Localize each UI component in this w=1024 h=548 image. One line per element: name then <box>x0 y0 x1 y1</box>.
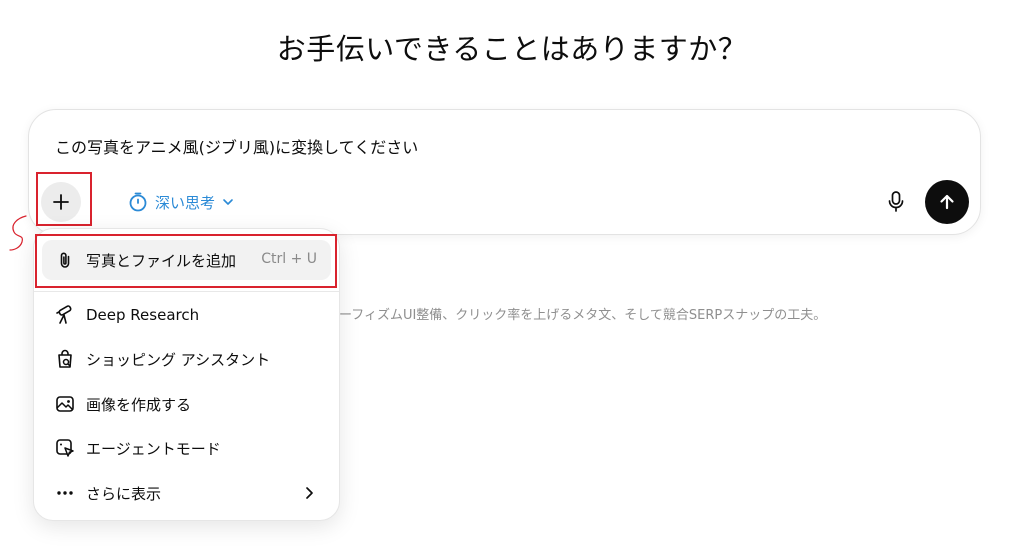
agent-cursor-icon <box>54 437 76 459</box>
menu-item-show-more[interactable]: さらに表示 <box>42 473 331 513</box>
menu-item-label: ショッピング アシスタント <box>86 350 271 369</box>
menu-item-shopping-assistant[interactable]: ショッピング アシスタント <box>42 339 331 379</box>
send-button[interactable] <box>925 180 969 224</box>
chevron-down-icon <box>223 199 233 205</box>
background-text: スモーフィズムUI整備、クリック率を上げるメタ文、そして競合SERPスナップの工… <box>313 308 827 323</box>
deep-thinking-toggle[interactable]: 深い思考 <box>127 189 235 215</box>
chat-composer: この写真をアニメ風(ジブリ風)に変換してください 深い思考 <box>28 109 981 235</box>
menu-item-agent-mode[interactable]: エージェントモード <box>42 428 331 468</box>
menu-item-deep-research[interactable]: Deep Research <box>42 295 331 335</box>
annotation-highlight-menu-item <box>35 234 337 288</box>
menu-divider <box>34 291 339 292</box>
mode-label: 深い思考 <box>155 193 216 212</box>
prompt-input[interactable]: この写真をアニメ風(ジブリ風)に変換してください <box>55 134 418 158</box>
menu-item-create-image[interactable]: 画像を作成する <box>42 384 331 424</box>
annotation-scribble <box>9 215 27 251</box>
shopping-bag-search-icon <box>54 348 76 370</box>
stopwatch-icon <box>129 192 147 212</box>
menu-item-label: さらに表示 <box>86 484 162 503</box>
page-heading: お手伝いできることはありますか？ <box>276 32 748 66</box>
menu-item-label: Deep Research <box>86 306 200 324</box>
image-create-icon <box>54 393 76 415</box>
annotation-highlight-plus <box>36 172 92 226</box>
chevron-right-icon <box>306 487 313 499</box>
menu-item-label: 画像を作成する <box>86 395 192 414</box>
voice-input-button[interactable] <box>884 189 908 215</box>
telescope-icon <box>54 304 76 326</box>
arrow-up-icon <box>940 194 954 210</box>
microphone-icon <box>888 191 904 212</box>
ellipsis-icon <box>54 482 76 504</box>
menu-item-label: エージェントモード <box>86 439 221 458</box>
